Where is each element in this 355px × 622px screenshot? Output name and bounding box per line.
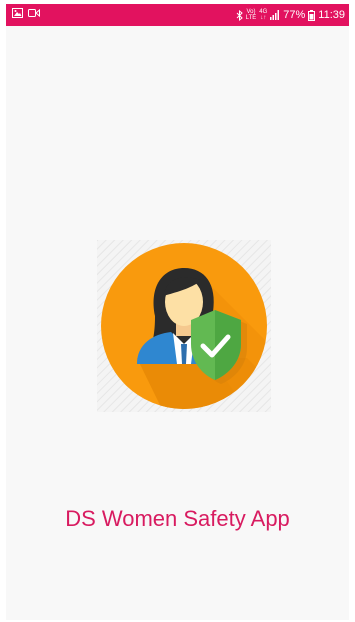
gallery-icon (12, 8, 23, 18)
app-name: DS Women Safety App (65, 506, 290, 531)
status-bar: Vo) LTE 4G ↓↑ 77% 11:39 (6, 4, 349, 26)
video-icon (28, 8, 40, 18)
woman-safety-shield-icon (97, 240, 271, 412)
status-bar-notifications (12, 8, 40, 18)
signal-icon (270, 10, 280, 20)
app-screen: Vo) LTE 4G ↓↑ 77% 11:39 DS Women Safety … (6, 4, 349, 620)
bluetooth-icon (236, 9, 243, 21)
battery-percent: 77% (283, 9, 306, 21)
battery-icon (308, 9, 316, 21)
app-logo (97, 240, 271, 412)
status-bar-system: Vo) LTE 4G ↓↑ 77% 11:39 (236, 7, 345, 23)
4g-data-icon: 4G ↓↑ (259, 9, 268, 21)
splash-screen: DS Women Safety App (6, 26, 349, 620)
clock: 11:39 (318, 9, 345, 21)
volte-icon: Vo) LTE (245, 9, 257, 21)
